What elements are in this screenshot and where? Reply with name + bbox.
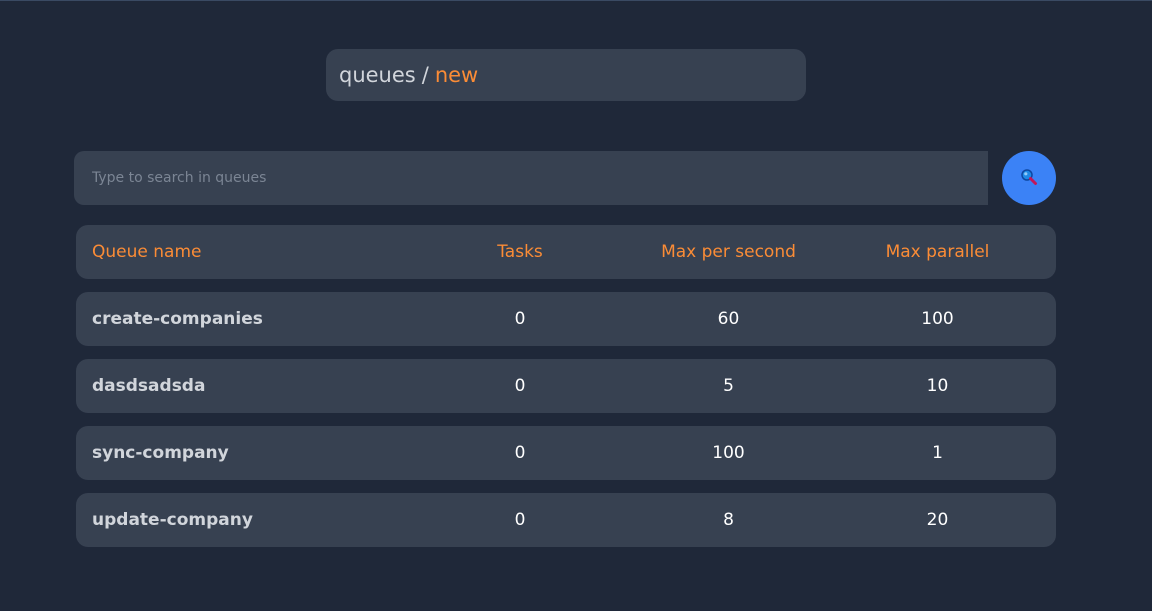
max-per-second: 5 [723,376,734,396]
top-divider [0,0,1152,1]
breadcrumb-root[interactable]: queues [339,63,416,87]
max-per-second: 8 [723,510,734,530]
tasks-count: 0 [514,376,526,396]
breadcrumb-current: new [434,63,479,87]
tasks-count: 0 [514,309,526,329]
table-row[interactable]: update-company 0 8 20 [76,493,1056,547]
breadcrumb-separator: / [421,63,429,87]
column-header-queue-name[interactable]: Queue name [76,242,416,262]
max-parallel: 20 [926,510,949,530]
max-per-second: 100 [712,443,745,463]
table-row[interactable]: dasdsadsda 0 5 10 [76,359,1056,413]
table-row[interactable]: create-companies 0 60 100 [76,292,1056,346]
breadcrumb: queues / new [326,49,806,101]
table-header: Queue name Tasks Max per second Max para… [76,225,1056,279]
queue-name[interactable]: create-companies [76,309,416,329]
max-parallel: 10 [926,376,949,396]
max-parallel: 100 [921,309,954,329]
column-header-tasks[interactable]: Tasks [416,242,624,262]
queue-name[interactable]: sync-company [76,443,416,463]
table-row[interactable]: sync-company 0 100 1 [76,426,1056,480]
queue-name[interactable]: update-company [76,510,416,530]
max-parallel: 1 [932,443,943,463]
column-header-max-parallel[interactable]: Max parallel [833,242,1042,262]
queue-name[interactable]: dasdsadsda [76,376,416,396]
search-icon [1020,168,1038,189]
max-per-second: 60 [717,309,740,329]
search-button[interactable] [1002,151,1056,205]
column-header-max-per-second[interactable]: Max per second [624,242,833,262]
search-input[interactable] [74,151,988,205]
tasks-count: 0 [514,510,526,530]
tasks-count: 0 [514,443,526,463]
